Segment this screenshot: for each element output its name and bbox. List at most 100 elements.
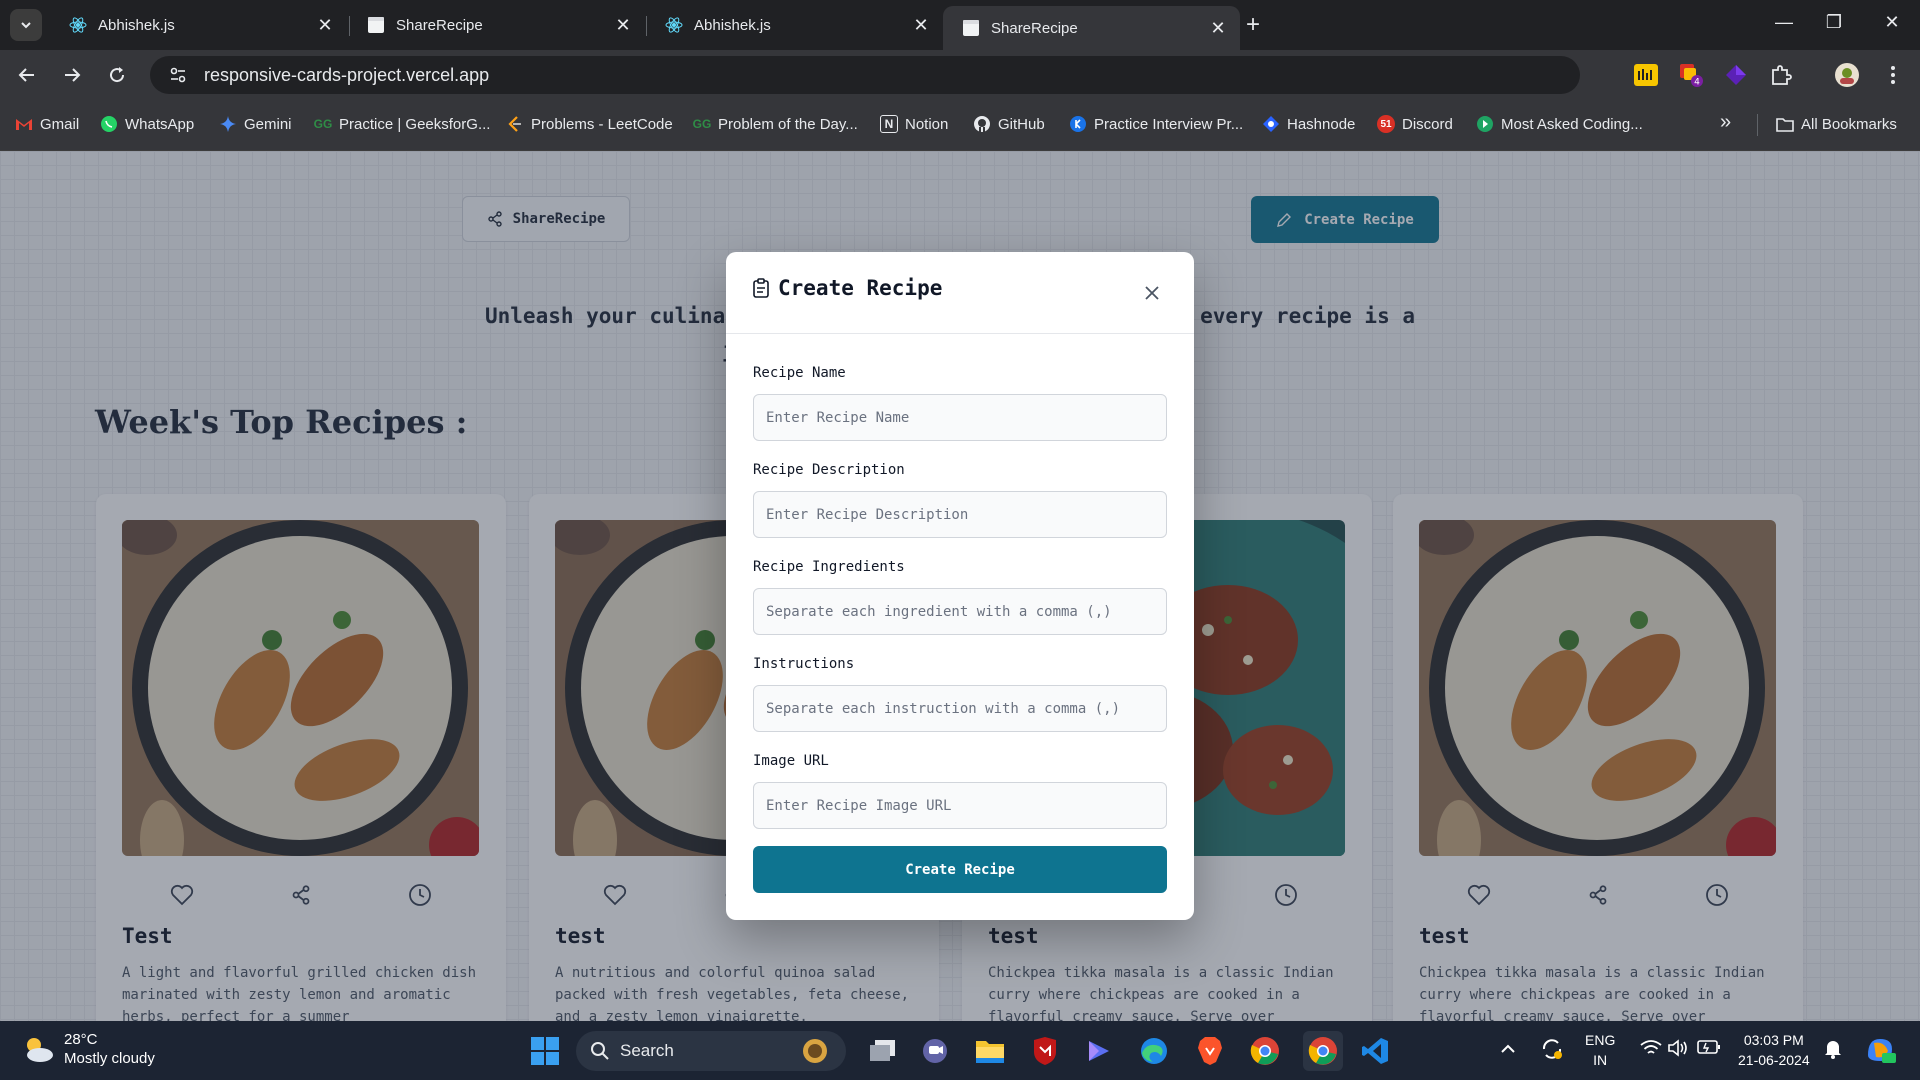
extensions-puzzle-icon[interactable] — [1768, 62, 1794, 88]
address-bar[interactable]: responsive-cards-project.vercel.app — [150, 56, 1580, 94]
chrome-icon[interactable] — [1248, 1034, 1282, 1068]
close-tab-icon[interactable]: ✕ — [911, 15, 931, 36]
bookmarks-bar: Gmail WhatsApp Gemini GG Practice | Geek… — [0, 100, 1920, 151]
extension-icon[interactable] — [1633, 62, 1659, 88]
extension-badge-icon[interactable]: 4 — [1678, 62, 1704, 88]
windows-icon — [531, 1037, 559, 1065]
bookmark-geeksforgeeks[interactable]: GG Practice | GeeksforG... — [314, 115, 491, 133]
window-close-icon[interactable]: ✕ — [1880, 12, 1904, 33]
copilot-tray-icon[interactable] — [1864, 1035, 1896, 1070]
close-modal-button[interactable] — [1140, 281, 1164, 305]
more-bookmarks-button[interactable]: » — [1720, 111, 1731, 134]
task-view-icon[interactable] — [866, 1034, 900, 1068]
tab-4-active[interactable]: ShareRecipe ✕ — [943, 6, 1240, 50]
recipe-ingredients-label: Recipe Ingredients — [753, 559, 905, 575]
brave-icon[interactable] — [1193, 1034, 1227, 1068]
bookmark-label: WhatsApp — [125, 115, 195, 133]
battery-icon[interactable] — [1697, 1039, 1721, 1060]
taskbar-search[interactable]: Search — [576, 1031, 846, 1071]
tab-1[interactable]: Abhishek.js ✕ — [50, 6, 347, 44]
search-label: Search — [620, 1041, 674, 1060]
bookmark-leetcode[interactable]: Problems - LeetCode — [506, 115, 673, 133]
bookmark-potd[interactable]: GG Problem of the Day... — [693, 115, 858, 133]
more-menu-icon[interactable] — [1880, 62, 1906, 88]
geeksforgeeks-icon: GG — [692, 117, 712, 131]
gemini-icon — [219, 115, 237, 133]
page-icon — [961, 18, 981, 38]
bookmark-label: Gmail — [40, 115, 80, 133]
notification-bell-icon[interactable] — [1824, 1039, 1842, 1064]
bookmark-coding[interactable]: Most Asked Coding... — [1476, 115, 1643, 133]
bookmark-gmail[interactable]: Gmail — [15, 115, 79, 133]
arrow-left-icon — [18, 68, 34, 82]
file-explorer-icon[interactable] — [973, 1034, 1007, 1068]
bookmark-label: Problems - LeetCode — [531, 115, 673, 133]
site-info-icon[interactable] — [158, 65, 198, 85]
whatsapp-icon — [100, 115, 118, 133]
wifi-icon[interactable] — [1640, 1039, 1662, 1062]
bookmark-whatsapp[interactable]: WhatsApp — [100, 115, 194, 133]
profile-avatar[interactable] — [1834, 62, 1860, 88]
tab-title: ShareRecipe — [991, 19, 1078, 37]
recipe-name-input[interactable] — [753, 394, 1167, 441]
bookmark-label: Gemini — [244, 115, 292, 133]
volume-icon[interactable] — [1667, 1039, 1689, 1062]
leetcode-icon — [506, 115, 524, 133]
teams-icon[interactable] — [918, 1034, 952, 1068]
bookmark-label: Problem of the Day... — [718, 115, 858, 133]
modal-title: Create Recipe — [752, 276, 942, 300]
start-button[interactable] — [530, 1036, 560, 1071]
instructions-label: Instructions — [753, 656, 855, 672]
svg-text:4: 4 — [1694, 78, 1700, 88]
all-bookmarks-button[interactable]: All Bookmarks — [1776, 115, 1897, 133]
windows-taskbar: 28°C Mostly cloudy Search ENG IN 03:03 P… — [0, 1021, 1920, 1080]
search-icon — [591, 1042, 609, 1060]
minimize-icon[interactable]: — — [1772, 12, 1796, 33]
image-url-input[interactable] — [753, 782, 1167, 829]
reload-button[interactable] — [104, 62, 130, 88]
tab-3[interactable]: Abhishek.js ✕ — [646, 6, 943, 44]
edge-icon[interactable] — [1137, 1034, 1171, 1068]
instructions-input[interactable] — [753, 685, 1167, 732]
coding-icon — [1476, 115, 1494, 133]
close-tab-icon[interactable]: ✕ — [613, 15, 633, 36]
show-hidden-icons[interactable] — [1500, 1039, 1516, 1059]
date: 21-06-2024 — [1738, 1052, 1810, 1068]
extension-diamond-icon[interactable] — [1723, 62, 1749, 88]
tab-2[interactable]: ShareRecipe ✕ — [348, 6, 645, 44]
close-tab-icon[interactable]: ✕ — [1208, 18, 1228, 39]
close-tab-icon[interactable]: ✕ — [315, 15, 335, 36]
recipe-ingredients-input[interactable] — [753, 588, 1167, 635]
language-bottom: IN — [1593, 1052, 1608, 1068]
create-recipe-submit-button[interactable]: Create Recipe — [753, 846, 1167, 893]
vscode-icon[interactable] — [1358, 1034, 1392, 1068]
bookmark-discord[interactable]: 51 Discord — [1377, 115, 1453, 133]
back-button[interactable] — [14, 62, 40, 88]
bookmark-hashnode[interactable]: Hashnode — [1262, 115, 1355, 133]
bookmark-gemini[interactable]: Gemini — [219, 115, 292, 133]
mcafee-icon[interactable] — [1028, 1034, 1062, 1068]
new-tab-button[interactable]: + — [1246, 12, 1260, 38]
language-indicator[interactable]: ENG IN — [1585, 1030, 1615, 1070]
bookmark-github[interactable]: GitHub — [973, 115, 1045, 133]
clock[interactable]: 03:03 PM 21-06-2024 — [1738, 1030, 1810, 1070]
recipe-description-label: Recipe Description — [753, 462, 905, 478]
bookmark-interview[interactable]: Practice Interview Pr... — [1069, 115, 1243, 133]
bookmark-notion[interactable]: N Notion — [880, 115, 948, 133]
language-top: ENG — [1585, 1032, 1616, 1048]
interview-icon — [1069, 115, 1087, 133]
recipe-description-input[interactable] — [753, 491, 1167, 538]
close-icon — [1145, 286, 1159, 300]
temperature: 28°C — [64, 1031, 98, 1048]
sync-icon[interactable] — [1540, 1037, 1564, 1066]
weather-widget[interactable]: 28°C Mostly cloudy — [20, 1030, 155, 1068]
restore-icon[interactable]: ❐ — [1822, 12, 1846, 33]
react-icon — [68, 15, 88, 35]
tab-search-button[interactable] — [10, 9, 42, 41]
chrome-profile-icon[interactable] — [1303, 1031, 1343, 1071]
bookmark-divider — [1757, 114, 1758, 136]
copilot-icon[interactable] — [1082, 1034, 1116, 1068]
forward-button[interactable] — [59, 62, 85, 88]
weather-condition: Mostly cloudy — [64, 1050, 155, 1067]
create-recipe-modal: Create Recipe Recipe Name Recipe Descrip… — [726, 252, 1194, 920]
